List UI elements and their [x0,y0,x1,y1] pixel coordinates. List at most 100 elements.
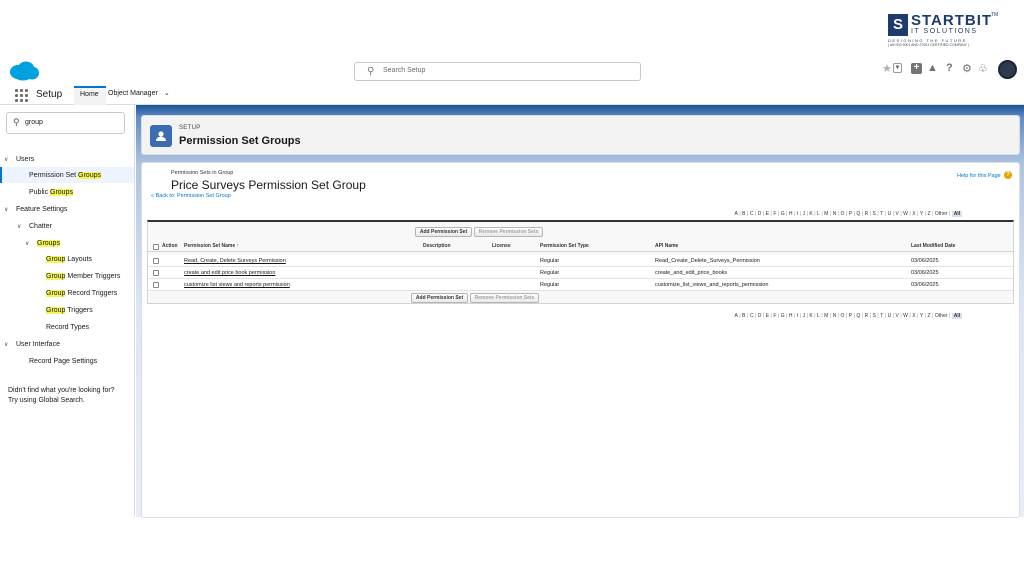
app-launcher-icon[interactable] [15,89,28,102]
alphabet-filter-letter[interactable]: U [888,313,892,319]
sidebar-item-group-record-triggers[interactable]: Group Record Triggers [46,290,117,297]
sidebar-section-feature-settings[interactable]: ∨ Feature Settings [4,206,67,213]
alphabet-filter-letter[interactable]: K [809,211,812,217]
tab-home[interactable]: Home [74,86,106,105]
alphabet-filter-letter[interactable]: I [797,313,798,319]
chevron-down-icon[interactable]: ⌄ [164,90,170,97]
add-permission-set-button-bottom[interactable]: Add Permission Set [411,293,468,303]
setup-gear-icon[interactable]: ⚙ [962,62,972,75]
alphabet-filter-letter[interactable]: L [817,313,820,319]
row-checkbox[interactable] [153,258,159,264]
alphabet-filter-letter[interactable]: C [750,313,754,319]
chevron-down-icon[interactable]: ∨ [4,341,8,348]
sidebar-item-group-member-triggers[interactable]: Group Member Triggers [46,273,120,280]
alphabet-filter-letter[interactable]: S [873,313,876,319]
alphabet-filter-letter[interactable]: A [735,313,738,319]
sidebar-section-users[interactable]: ∨ Users [4,156,34,163]
alphabet-filter-letter[interactable]: All [951,211,963,217]
sidebar-item-public-groups[interactable]: Public Groups [29,189,73,196]
chevron-down-icon[interactable]: ∨ [4,156,8,163]
user-avatar-icon[interactable] [998,60,1017,79]
alphabet-filter-letter[interactable]: N [833,211,837,217]
chevron-down-icon[interactable]: ∨ [25,240,29,247]
alphabet-filter-letter[interactable]: Q [856,313,860,319]
alphabet-filter-letter[interactable]: L [817,211,820,217]
alphabet-filter-letter[interactable]: H [789,211,793,217]
sidebar-section-groups[interactable]: ∨ Groups [25,240,60,247]
sidebar-item-group-layouts[interactable]: Group Layouts [46,256,92,263]
alphabet-filter-letter[interactable]: E [766,313,769,319]
alphabet-filter-letter[interactable]: X [912,313,915,319]
favorites-star-icon[interactable]: ★ [882,62,892,75]
alphabet-filter-letter[interactable]: V [896,211,899,217]
alphabet-filter-letter[interactable]: Z [928,313,931,319]
help-icon[interactable]: ? [1004,171,1012,179]
alphabet-filter-letter[interactable]: U [888,211,892,217]
alphabet-filter-letter[interactable]: E [766,211,769,217]
select-all-checkbox[interactable] [153,244,159,250]
alphabet-filter-letter[interactable]: I [797,211,798,217]
alphabet-filter-letter[interactable]: S [873,211,876,217]
alphabet-filter-letter[interactable]: K [809,313,812,319]
alphabet-filter-letter[interactable]: M [824,211,828,217]
alphabet-filter-letter[interactable]: Y [920,211,923,217]
alphabet-filter-letter[interactable]: P [849,313,852,319]
alphabet-filter-letter[interactable]: B [742,211,745,217]
alphabet-filter-letter[interactable]: Other [935,313,948,319]
help-icon[interactable]: ? [946,62,953,74]
sidebar-section-chatter[interactable]: ∨ Chatter [17,223,52,230]
favorites-dropdown-icon[interactable]: ▼ [893,63,902,73]
quick-find-input[interactable]: ⚲ group [6,112,125,134]
alphabet-filter-letter[interactable]: J [803,313,806,319]
back-to-group-link[interactable]: « Back to: Permission Set Group [151,193,231,199]
alphabet-filter-letter[interactable]: Q [856,211,860,217]
column-header-permission-set-name[interactable]: Permission Set Name ↑ [184,243,239,249]
alphabet-filter-letter[interactable]: O [841,313,845,319]
alphabet-filter-letter[interactable]: Other [935,211,948,217]
chevron-down-icon[interactable]: ∨ [17,223,21,230]
alphabet-filter-letter[interactable]: B [742,313,745,319]
remove-permission-sets-button-top[interactable]: Remove Permission Sets [474,227,543,237]
alphabet-filter-letter[interactable]: T [880,313,883,319]
alphabet-filter-letter[interactable]: H [789,313,793,319]
alphabet-filter-letter[interactable]: R [865,211,869,217]
alphabet-filter-letter[interactable]: X [912,211,915,217]
alphabet-filter-letter[interactable]: G [781,211,785,217]
permission-set-name-link[interactable]: customize list views and reports permiss… [184,282,290,288]
alphabet-filter-letter[interactable]: T [880,211,883,217]
sidebar-item-group-triggers[interactable]: Group Triggers [46,307,93,314]
alphabet-filter-letter[interactable]: W [903,211,908,217]
alphabet-filter-letter[interactable]: O [841,211,845,217]
alphabet-filter-letter[interactable]: G [781,313,785,319]
alphabet-filter-letter[interactable]: D [758,211,762,217]
alphabet-filter-letter[interactable]: C [750,211,754,217]
sidebar-section-user-interface[interactable]: ∨ User Interface [4,341,60,348]
permission-set-name-link[interactable]: create and edit price book permission [184,270,275,276]
sidebar-item-record-types[interactable]: Record Types [46,324,89,331]
row-checkbox[interactable] [153,282,159,288]
alphabet-filter-letter[interactable]: R [865,313,869,319]
salesforce-cloud-logo[interactable] [8,61,40,86]
trailhead-icon[interactable]: ▲ [927,62,938,74]
notifications-bell-icon[interactable]: ♧ [978,62,988,75]
alphabet-filter-letter[interactable]: M [824,313,828,319]
alphabet-filter-letter[interactable]: P [849,211,852,217]
alphabet-filter-letter[interactable]: All [951,313,963,319]
alphabet-filter-letter[interactable]: Y [920,313,923,319]
help-for-page-link[interactable]: Help for this Page [957,173,1001,179]
alphabet-filter-letter[interactable]: D [758,313,762,319]
chevron-down-icon[interactable]: ∨ [4,206,8,213]
add-permission-set-button-top[interactable]: Add Permission Set [415,227,472,237]
alphabet-filter-letter[interactable]: Z [928,211,931,217]
alphabet-filter-letter[interactable]: F [773,313,776,319]
alphabet-filter-letter[interactable]: N [833,313,837,319]
tab-object-manager[interactable]: Object Manager ⌄ [108,89,170,97]
permission-set-name-link[interactable]: Read, Create, Delete Surveys Permission [184,258,286,264]
alphabet-filter-letter[interactable]: F [773,211,776,217]
global-actions-plus-icon[interactable]: + [911,63,922,74]
alphabet-filter-letter[interactable]: A [735,211,738,217]
setup-search-box[interactable]: ⚲ Search Setup [354,62,641,81]
sort-ascending-icon[interactable]: ↑ [237,243,240,249]
sidebar-item-record-page-settings[interactable]: Record Page Settings [29,358,97,365]
remove-permission-sets-button-bottom[interactable]: Remove Permission Sets [470,293,539,303]
